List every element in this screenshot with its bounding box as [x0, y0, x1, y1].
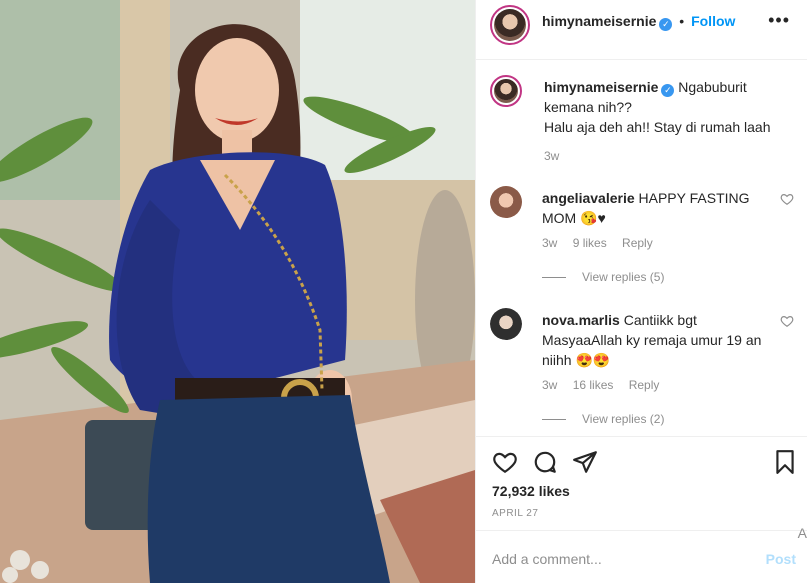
- likes-count[interactable]: 72,932 likes: [492, 483, 570, 499]
- post-image: [0, 0, 475, 583]
- action-bar: [476, 436, 807, 484]
- reply-button[interactable]: Reply: [622, 236, 653, 250]
- comment-text: nova.marlis Cantiikk bgt MasyaaAllah ky …: [542, 310, 774, 370]
- view-replies-label: View replies (5): [582, 270, 665, 284]
- follow-button[interactable]: Follow: [691, 13, 735, 29]
- separator-dot: •: [679, 13, 685, 29]
- post-header: himynameisernie ✓ • Follow •••: [476, 0, 807, 60]
- author-row: himynameisernie ✓ • Follow: [542, 13, 735, 31]
- heart-icon[interactable]: [492, 449, 518, 475]
- replies-divider: [542, 277, 566, 279]
- comment-meta: 3w 16 likes Reply: [542, 378, 671, 392]
- comments-list[interactable]: himynameisernie ✓ Ngabuburit kemana nih??…: [476, 61, 807, 436]
- edge-letter: A: [797, 525, 807, 541]
- caption-text: himynameisernie ✓ Ngabuburit kemana nih??…: [544, 77, 776, 137]
- comment-username[interactable]: angeliavalerie: [542, 190, 635, 206]
- share-icon[interactable]: [572, 449, 598, 475]
- more-options-icon[interactable]: •••: [768, 10, 790, 31]
- caption-meta: 3w: [544, 149, 571, 163]
- reply-button[interactable]: Reply: [629, 378, 660, 392]
- comment-text: angeliavalerie HAPPY FASTING MOM 😘♥: [542, 188, 774, 228]
- replies-divider: [542, 419, 566, 421]
- view-replies-label: View replies (2): [582, 412, 665, 426]
- comment-time[interactable]: 3w: [542, 236, 557, 250]
- view-replies-button[interactable]: View replies (5): [542, 270, 664, 284]
- view-replies-button[interactable]: View replies (2): [542, 412, 664, 426]
- caption-line-2: Halu aja deh ah!! Stay di rumah laah: [544, 119, 771, 135]
- comment-likes[interactable]: 16 likes: [573, 378, 614, 392]
- comment-like-icon[interactable]: [780, 192, 794, 206]
- post-date[interactable]: APRIL 27: [492, 508, 538, 519]
- comment-like-icon[interactable]: [780, 314, 794, 328]
- comment-username[interactable]: nova.marlis: [542, 312, 620, 328]
- author-avatar[interactable]: [490, 5, 530, 45]
- verified-badge-icon: ✓: [661, 84, 675, 97]
- bookmark-icon[interactable]: [772, 449, 798, 475]
- post-photo[interactable]: [0, 0, 475, 583]
- comment-input[interactable]: [492, 547, 742, 571]
- verified-badge-icon: ✓: [659, 18, 673, 31]
- comment-icon[interactable]: [532, 449, 558, 475]
- commenter-avatar[interactable]: [490, 308, 522, 340]
- caption-time[interactable]: 3w: [544, 149, 559, 163]
- post-comment-button[interactable]: Post: [766, 551, 796, 567]
- comment-meta: 3w 9 likes Reply: [542, 236, 665, 250]
- caption-avatar[interactable]: [490, 75, 522, 107]
- comment-time[interactable]: 3w: [542, 378, 557, 392]
- add-comment-bar: Post: [476, 530, 807, 583]
- post-panel: himynameisernie ✓ • Follow ••• himynameis…: [475, 0, 807, 583]
- commenter-avatar[interactable]: [490, 186, 522, 218]
- caption-username[interactable]: himynameisernie: [544, 79, 658, 95]
- comment-likes[interactable]: 9 likes: [573, 236, 607, 250]
- author-username[interactable]: himynameisernie: [542, 13, 656, 29]
